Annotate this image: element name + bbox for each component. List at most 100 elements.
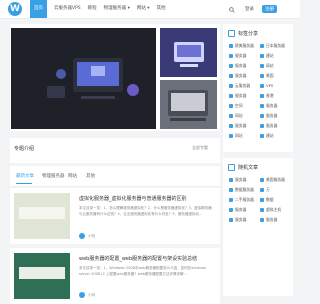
tag-label[interactable]: VPS: [266, 83, 273, 88]
sidebar-tag[interactable]: 二手服务器: [229, 197, 254, 203]
register-button[interactable]: 注册: [262, 5, 277, 13]
sidebar-tag[interactable]: 服务器: [229, 73, 246, 79]
sidebar-tag[interactable]: 服务器: [229, 217, 246, 223]
nav-item-physical-server[interactable]: 物理服务器 ▾: [104, 0, 130, 18]
tag-icon: [228, 30, 235, 37]
hero-main-image[interactable]: [11, 28, 156, 129]
sidebar-tag[interactable]: 建站: [260, 53, 274, 59]
tag-label[interactable]: 服务器: [235, 63, 246, 69]
tag-label[interactable]: 服务器: [235, 207, 246, 213]
tag-label[interactable]: 服务器: [235, 53, 246, 59]
tag-label[interactable]: 香港: [266, 93, 274, 99]
tag-label[interactable]: 日本服务器: [266, 43, 285, 49]
hero-side-image-2[interactable]: [160, 80, 217, 129]
tag-label[interactable]: 服务器: [266, 217, 277, 223]
sidebar-tag[interactable]: 虚拟主机: [260, 207, 281, 213]
post-title[interactable]: web服务器的配置_web服务器的配置与架设实验总结: [79, 255, 197, 262]
sidebar-tag[interactable]: 服务器: [229, 63, 246, 69]
tab-website[interactable]: 网站: [68, 173, 77, 179]
post-author[interactable]: 小明: [88, 234, 95, 239]
sidebar-tag[interactable]: 网站: [229, 133, 243, 139]
tag-label[interactable]: 服务器: [266, 123, 277, 129]
tag-label[interactable]: 数据服务器: [235, 187, 254, 193]
sidebar-tag[interactable]: 网站: [229, 113, 243, 119]
sidebar-tag[interactable]: 美国: [260, 73, 274, 79]
sidebar-tag[interactable]: 服务器: [229, 123, 246, 129]
sidebar-tag[interactable]: 欧美服务器: [229, 43, 254, 49]
top-navbar: W 首页 云服务器VPS 教程 物理服务器 ▾ 网站 ▾ 其他 登录 注册: [0, 0, 300, 19]
tag-label[interactable]: 欧美服务器: [235, 43, 254, 49]
sidebar-tag[interactable]: 服务器: [229, 177, 246, 183]
tag-bullet-icon: [229, 64, 233, 68]
post-thumbnail[interactable]: [14, 253, 70, 299]
tag-bullet-icon: [260, 104, 264, 108]
author-avatar[interactable]: [79, 233, 85, 239]
tag-bullet-icon: [260, 54, 264, 58]
tag-label[interactable]: 建站: [266, 53, 274, 59]
sidebar-tag[interactable]: 建站: [260, 133, 274, 139]
tag-bullet-icon: [260, 114, 264, 118]
tag-label[interactable]: 虚拟主机: [266, 207, 281, 213]
tag-label[interactable]: 服务器: [235, 73, 246, 79]
tag-label[interactable]: 数据: [266, 197, 274, 203]
tag-label[interactable]: 二手服务器: [235, 197, 254, 203]
tab-other[interactable]: 其他: [86, 173, 95, 179]
author-avatar[interactable]: [79, 292, 85, 298]
sidebar-tag[interactable]: 网站: [260, 63, 274, 69]
sidebar-tag[interactable]: 服务器: [229, 93, 246, 99]
side-illustration-2: [168, 90, 208, 121]
sidebar-tag[interactable]: 日本服务器: [260, 43, 285, 49]
topic-more-link[interactable]: 全部专题: [192, 145, 208, 151]
sidebar-tag[interactable]: 服务器: [260, 217, 277, 223]
tag-label[interactable]: 网站: [235, 113, 243, 119]
nav-item-website[interactable]: 网站 ▾: [137, 0, 150, 18]
tag-label[interactable]: 云服务器: [235, 83, 250, 89]
tag-label[interactable]: 服务器: [235, 217, 246, 223]
sidebar-tag[interactable]: 数据: [260, 197, 274, 203]
nav-item-other[interactable]: 其他: [157, 0, 166, 18]
hero-side-image-1[interactable]: [160, 28, 217, 77]
tab-latest[interactable]: 最新文章: [16, 173, 34, 179]
nav-item-vps[interactable]: 云服务器VPS: [54, 0, 81, 18]
tag-bullet-icon: [229, 44, 233, 48]
tag-label[interactable]: 网站: [266, 63, 274, 69]
sidebar-tag[interactable]: VPS: [260, 83, 273, 88]
nav-item-tutorial[interactable]: 教程: [88, 0, 97, 18]
tag-bullet-icon: [229, 94, 233, 98]
tag-label[interactable]: 服务器: [235, 177, 246, 183]
sidebar-tag[interactable]: 香港: [260, 93, 274, 99]
post-title[interactable]: 虚拟化服务器_虚拟化服务器与普通服务器的区别: [79, 195, 187, 202]
sidebar-tag[interactable]: 服务器: [260, 123, 277, 129]
post-excerpt: 本文目录一览：1、怎么理解服务器虚拟化？2、什么是服务器虚拟化？3、虚拟服务器与…: [79, 206, 212, 216]
sidebar-tag[interactable]: 万: [260, 187, 270, 193]
tag-label[interactable]: 万: [266, 187, 270, 193]
sidebar-tag[interactable]: 云服务器: [229, 83, 250, 89]
sidebar-tag[interactable]: 服务器: [260, 103, 277, 109]
tag-label[interactable]: 网站: [235, 133, 243, 139]
site-logo[interactable]: W: [8, 2, 22, 16]
main-nav: 首页 云服务器VPS 教程 物理服务器 ▾ 网站 ▾ 其他: [30, 0, 166, 18]
nav-item-home[interactable]: 首页: [30, 0, 47, 18]
tag-label[interactable]: 建站: [266, 133, 274, 139]
sidebar-tag[interactable]: 美国服务器: [260, 177, 285, 183]
sidebar-tag[interactable]: 空间: [229, 103, 243, 109]
tab-physical-server[interactable]: 物理服务器: [42, 173, 65, 179]
login-link[interactable]: 登录: [245, 6, 254, 12]
tag-label[interactable]: 美国服务器: [266, 177, 285, 183]
tag-label[interactable]: 空间: [235, 103, 243, 109]
post-author[interactable]: 小明: [88, 293, 95, 298]
side-illustration-1: [174, 42, 204, 67]
tag-label[interactable]: 服务器: [266, 113, 277, 119]
tag-cloud-title: 标签分享: [238, 31, 259, 37]
tag-bullet-icon: [229, 208, 233, 212]
tag-label[interactable]: 服务器: [235, 123, 246, 129]
tag-label[interactable]: 服务器: [266, 103, 277, 109]
sidebar-tag[interactable]: 服务器: [260, 113, 277, 119]
tag-label[interactable]: 服务器: [235, 93, 246, 99]
sidebar-tag[interactable]: 数据服务器: [229, 187, 254, 193]
sidebar-tag[interactable]: 服务器: [229, 53, 246, 59]
tag-label[interactable]: 美国: [266, 73, 274, 79]
post-thumbnail[interactable]: [14, 193, 70, 239]
search-icon[interactable]: [229, 7, 235, 13]
sidebar-tag[interactable]: 服务器: [229, 207, 246, 213]
